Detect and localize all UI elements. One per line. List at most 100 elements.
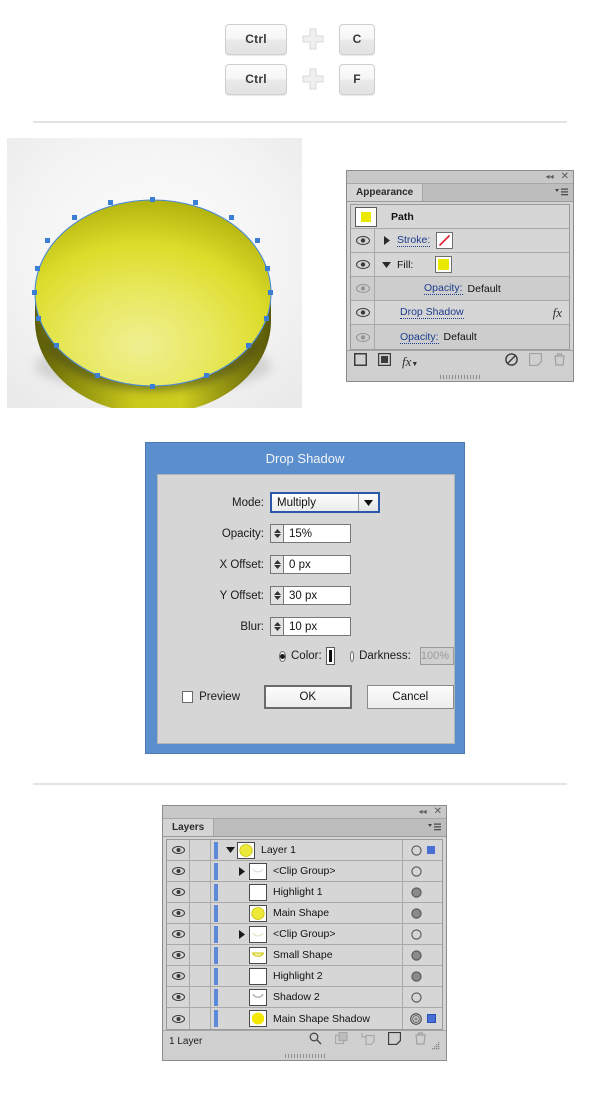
appearance-row-fill[interactable]: Fill:: [351, 253, 569, 277]
fx-icon[interactable]: fx: [553, 305, 562, 321]
visibility-eye-icon[interactable]: [167, 840, 190, 860]
visibility-eye-icon[interactable]: [167, 945, 190, 965]
close-icon[interactable]: ✕: [434, 807, 442, 817]
x-offset-stepper[interactable]: [270, 555, 283, 574]
tab-appearance[interactable]: Appearance: [347, 184, 424, 201]
cancel-button[interactable]: Cancel: [366, 685, 454, 709]
delete-selection-icon[interactable]: [414, 1032, 427, 1050]
table-row[interactable]: Shadow 2: [167, 987, 442, 1008]
table-row[interactable]: Main Shape Shadow: [167, 1008, 442, 1029]
shadow-color-swatch[interactable]: [325, 647, 335, 665]
visibility-eye-icon[interactable]: [351, 229, 375, 252]
collapse-icon[interactable]: ◂◂: [546, 173, 554, 181]
visibility-eye-icon[interactable]: [167, 1008, 190, 1029]
layer-main-cell[interactable]: Small Shape: [221, 945, 402, 965]
darkness-radio[interactable]: [349, 650, 355, 662]
clear-appearance-icon[interactable]: [505, 352, 518, 371]
appearance-row-path[interactable]: Path: [351, 205, 569, 229]
color-radio[interactable]: [279, 650, 286, 662]
appearance-row-object-opacity[interactable]: Opacity: Default: [351, 325, 569, 349]
appearance-stroke-label[interactable]: Stroke:: [397, 234, 431, 247]
target-and-select-cell[interactable]: [402, 945, 442, 965]
disclosure-triangle-collapsed-icon[interactable]: [375, 236, 397, 245]
fill-color-swatch[interactable]: [435, 256, 453, 273]
chevron-down-icon[interactable]: [358, 494, 378, 511]
layer-main-cell[interactable]: <Clip Group>: [221, 861, 402, 881]
layer-main-cell[interactable]: Shadow 2: [221, 987, 402, 1007]
layer-main-cell[interactable]: Highlight 2: [221, 966, 402, 986]
lock-toggle[interactable]: [190, 945, 211, 965]
x-offset-field[interactable]: 0 px: [283, 555, 351, 574]
target-and-select-cell[interactable]: [402, 861, 442, 881]
close-icon[interactable]: ✕: [561, 172, 569, 182]
table-row[interactable]: Highlight 1: [167, 882, 442, 903]
panel-menu-icon[interactable]: [428, 823, 441, 832]
mode-select[interactable]: Multiply: [270, 492, 380, 513]
visibility-eye-icon[interactable]: [167, 882, 190, 902]
visibility-eye-icon[interactable]: [351, 301, 375, 324]
lock-toggle[interactable]: [190, 1008, 211, 1029]
table-row[interactable]: Small Shape: [167, 945, 442, 966]
lock-toggle[interactable]: [190, 987, 211, 1007]
appearance-row-fill-opacity[interactable]: Opacity: Default: [351, 277, 569, 301]
table-row[interactable]: <Clip Group>: [167, 861, 442, 882]
blur-stepper[interactable]: [270, 617, 283, 636]
table-row[interactable]: Main Shape: [167, 903, 442, 924]
appearance-drop-shadow-label[interactable]: Drop Shadow: [400, 306, 464, 319]
visibility-eye-icon[interactable]: [167, 987, 190, 1007]
make-clipping-mask-icon[interactable]: [334, 1031, 348, 1050]
ok-button[interactable]: OK: [264, 685, 352, 709]
key-ctrl[interactable]: Ctrl: [225, 23, 287, 55]
opacity-field[interactable]: 15%: [283, 524, 351, 543]
lock-toggle[interactable]: [190, 924, 211, 944]
lock-toggle[interactable]: [190, 840, 211, 860]
add-new-fill-icon[interactable]: [377, 352, 392, 371]
target-and-select-cell[interactable]: [402, 903, 442, 923]
lock-toggle[interactable]: [190, 861, 211, 881]
opacity-stepper[interactable]: [270, 524, 283, 543]
create-sublayer-icon[interactable]: [361, 1032, 375, 1050]
layer-main-cell[interactable]: Highlight 1: [221, 882, 402, 902]
delete-item-icon[interactable]: [553, 352, 566, 371]
y-offset-field[interactable]: 30 px: [283, 586, 351, 605]
create-new-layer-icon[interactable]: [387, 1031, 402, 1050]
appearance-row-drop-shadow[interactable]: Drop Shadow fx: [351, 301, 569, 325]
target-and-select-cell[interactable]: [402, 882, 442, 902]
appearance-opacity-label[interactable]: Opacity:: [424, 282, 463, 295]
panel-resize-corner[interactable]: [431, 1037, 440, 1049]
collapse-icon[interactable]: ◂◂: [419, 808, 427, 816]
tab-layers[interactable]: Layers: [163, 819, 215, 836]
layer-main-cell[interactable]: Layer 1: [221, 840, 402, 860]
stroke-none-swatch[interactable]: [436, 232, 454, 249]
add-new-effect-icon[interactable]: fx▼: [402, 354, 418, 370]
panel-resize-grip[interactable]: [347, 372, 573, 381]
target-and-select-cell[interactable]: [402, 987, 442, 1007]
preview-checkbox[interactable]: [182, 691, 194, 703]
key-c[interactable]: C: [339, 23, 375, 55]
visibility-eye-off-icon[interactable]: [351, 325, 375, 349]
disclosure-triangle-expanded-icon[interactable]: [375, 261, 397, 268]
key-f[interactable]: F: [339, 63, 375, 95]
table-row[interactable]: <Clip Group>: [167, 924, 442, 945]
locate-object-icon[interactable]: [309, 1032, 322, 1050]
lock-toggle[interactable]: [190, 882, 211, 902]
layer-main-cell[interactable]: <Clip Group>: [221, 924, 402, 944]
target-and-select-cell[interactable]: [402, 966, 442, 986]
target-and-select-cell[interactable]: [402, 840, 442, 860]
panel-menu-icon[interactable]: [555, 188, 568, 197]
table-row[interactable]: Highlight 2: [167, 966, 442, 987]
disclosure-triangle-collapsed-icon[interactable]: [235, 866, 249, 876]
layer-main-cell[interactable]: Main Shape Shadow: [221, 1008, 402, 1029]
target-and-select-cell[interactable]: [402, 1008, 442, 1029]
lock-toggle[interactable]: [190, 966, 211, 986]
disclosure-triangle-collapsed-icon[interactable]: [235, 929, 249, 939]
key-ctrl[interactable]: Ctrl: [225, 63, 287, 95]
appearance-row-stroke[interactable]: Stroke:: [351, 229, 569, 253]
y-offset-stepper[interactable]: [270, 586, 283, 605]
blur-field[interactable]: 10 px: [283, 617, 351, 636]
lock-toggle[interactable]: [190, 903, 211, 923]
visibility-eye-off-icon[interactable]: [351, 277, 375, 300]
duplicate-item-icon[interactable]: [528, 352, 543, 371]
panel-resize-grip[interactable]: [163, 1051, 446, 1060]
visibility-eye-icon[interactable]: [167, 924, 190, 944]
